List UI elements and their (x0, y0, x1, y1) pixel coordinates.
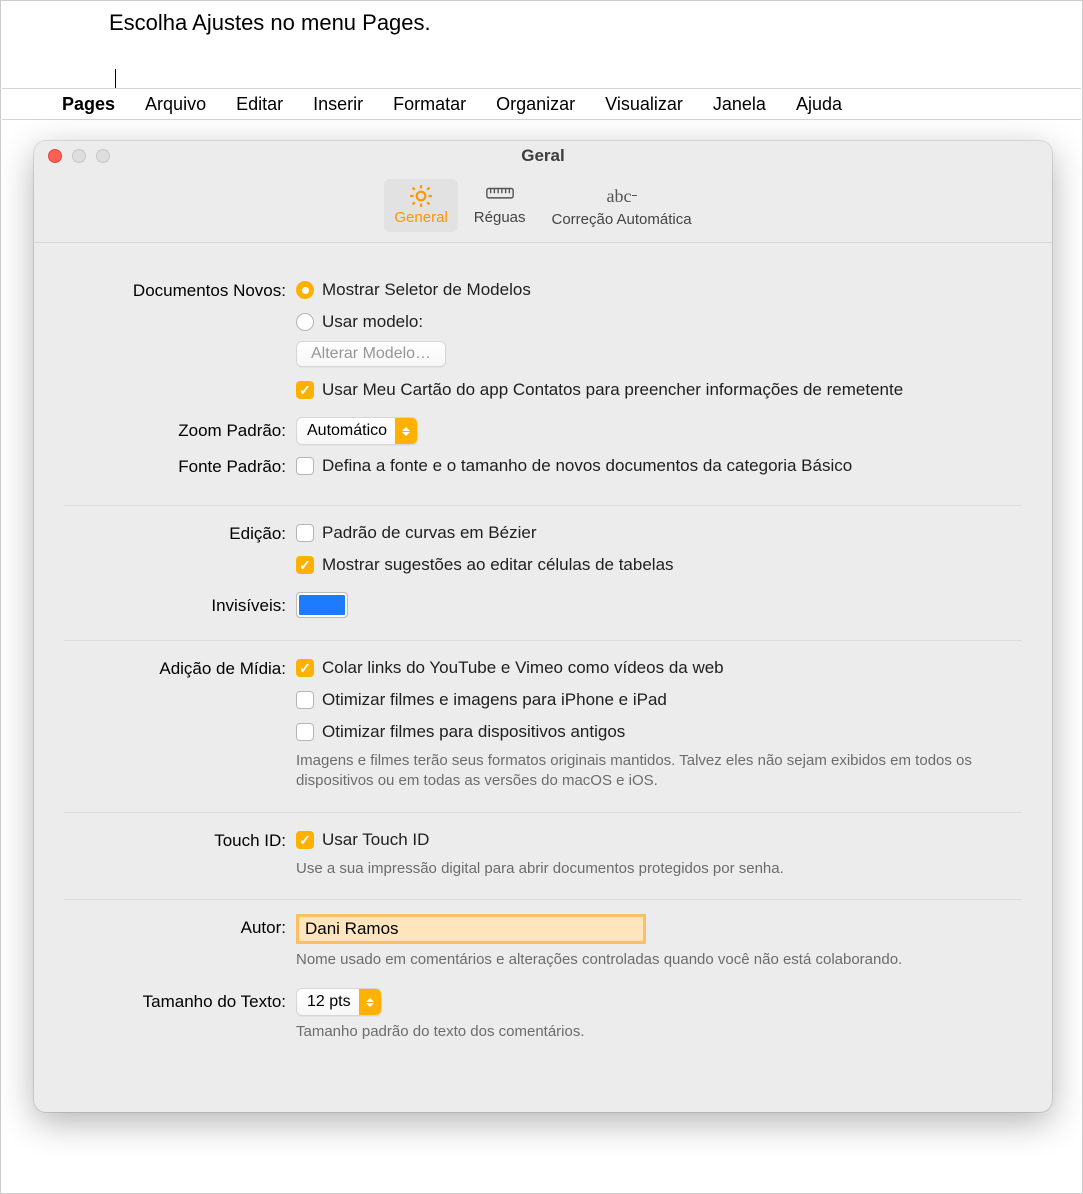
checkbox-on-icon (296, 556, 314, 574)
menu-arquivo[interactable]: Arquivo (145, 94, 206, 115)
traffic-lights (48, 149, 110, 163)
check-touchid-label: Usar Touch ID (322, 827, 429, 853)
section-touchid: Touch ID: Usar Touch ID Use a sua impres… (64, 813, 1022, 900)
menu-organizar[interactable]: Organizar (496, 94, 575, 115)
check-web-video-label: Colar links do YouTube e Vimeo como víde… (322, 655, 724, 681)
text-size-popup[interactable]: 12 pts (296, 988, 382, 1016)
check-touchid[interactable]: Usar Touch ID (296, 827, 1022, 853)
check-bezier[interactable]: Padrão de curvas em Bézier (296, 520, 1022, 546)
check-use-my-card[interactable]: Usar Meu Cartão do app Contatos para pre… (296, 377, 1022, 403)
touchid-hint: Use a sua impressão digital para abrir d… (296, 859, 1022, 879)
label-editing: Edição: (64, 520, 296, 548)
label-author: Autor: (64, 914, 296, 942)
titlebar: Geral (34, 141, 1052, 171)
toolbar-autocorrect[interactable]: abc Correção Automática (542, 179, 702, 232)
radio-off-icon (296, 313, 314, 331)
zoom-value: Automático (307, 422, 387, 440)
preferences-window: Geral General Réguas abc Correção Automá… (34, 141, 1052, 1112)
gear-icon (406, 183, 436, 209)
popup-arrows-icon (359, 989, 381, 1015)
checkbox-off-icon (296, 524, 314, 542)
preferences-toolbar: General Réguas abc Correção Automática (34, 171, 1052, 243)
toolbar-rulers-label: Réguas (474, 209, 526, 226)
abc-icon: abc (607, 183, 637, 209)
window-title: Geral (521, 146, 564, 165)
label-touchid: Touch ID: (64, 827, 296, 855)
toolbar-autocorrect-label: Correção Automática (552, 211, 692, 228)
toolbar-general-label: General (394, 209, 447, 226)
radio-on-icon (296, 281, 314, 299)
check-default-font[interactable]: Defina a fonte e o tamanho de novos docu… (296, 453, 1022, 479)
radio-use-template-label: Usar modelo: (322, 309, 423, 335)
ruler-icon (485, 183, 515, 209)
label-default-font: Fonte Padrão: (64, 453, 296, 481)
checkbox-on-icon (296, 831, 314, 849)
invisibles-color-well[interactable] (296, 592, 348, 618)
label-default-zoom: Zoom Padrão: (64, 417, 296, 445)
label-text-size: Tamanho do Texto: (64, 988, 296, 1016)
change-template-button[interactable]: Alterar Modelo… (296, 341, 446, 367)
menu-inserir[interactable]: Inserir (313, 94, 363, 115)
menu-janela[interactable]: Janela (713, 94, 766, 115)
check-default-font-label: Defina a fonte e o tamanho de novos docu… (322, 453, 852, 479)
default-zoom-popup[interactable]: Automático (296, 417, 418, 445)
check-bezier-label: Padrão de curvas em Bézier (322, 520, 537, 546)
menu-ajuda[interactable]: Ajuda (796, 94, 842, 115)
close-icon[interactable] (48, 149, 62, 163)
text-size-value: 12 pts (307, 993, 351, 1011)
label-invisibles: Invisíveis: (64, 592, 296, 620)
author-field[interactable] (296, 914, 646, 944)
checkbox-off-icon (296, 691, 314, 709)
radio-use-template[interactable]: Usar modelo: (296, 309, 1022, 335)
media-hint: Imagens e filmes terão seus formatos ori… (296, 751, 1022, 792)
section-new-documents: Documentos Novos: Mostrar Seletor de Mod… (64, 263, 1022, 506)
check-optimize-old-label: Otimizar filmes para dispositivos antigo… (322, 719, 625, 745)
menu-visualizar[interactable]: Visualizar (605, 94, 683, 115)
menu-pages[interactable]: Pages (62, 94, 115, 115)
checkbox-off-icon (296, 457, 314, 475)
section-media: Adição de Mídia: Colar links do YouTube … (64, 641, 1022, 813)
label-new-docs: Documentos Novos: (64, 277, 296, 305)
radio-show-chooser[interactable]: Mostrar Seletor de Modelos (296, 277, 1022, 303)
section-author: Autor: Nome usado em comentários e alter… (64, 900, 1022, 1063)
check-use-my-card-label: Usar Meu Cartão do app Contatos para pre… (322, 377, 903, 403)
checkbox-off-icon (296, 723, 314, 741)
menu-formatar[interactable]: Formatar (393, 94, 466, 115)
radio-show-chooser-label: Mostrar Seletor de Modelos (322, 277, 531, 303)
menubar: Pages Arquivo Editar Inserir Formatar Or… (2, 88, 1081, 120)
popup-arrows-icon (395, 418, 417, 444)
toolbar-general[interactable]: General (384, 179, 457, 232)
check-table-suggestions-label: Mostrar sugestões ao editar células de t… (322, 552, 674, 578)
zoom-icon[interactable] (96, 149, 110, 163)
callout-text: Escolha Ajustes no menu Pages. (109, 9, 431, 37)
check-table-suggestions[interactable]: Mostrar sugestões ao editar células de t… (296, 552, 1022, 578)
text-size-hint: Tamanho padrão do texto dos comentários. (296, 1022, 1022, 1042)
section-editing: Edição: Padrão de curvas em Bézier Mostr… (64, 506, 1022, 641)
check-web-video[interactable]: Colar links do YouTube e Vimeo como víde… (296, 655, 1022, 681)
minimize-icon[interactable] (72, 149, 86, 163)
menu-editar[interactable]: Editar (236, 94, 283, 115)
checkbox-on-icon (296, 381, 314, 399)
check-optimize-old[interactable]: Otimizar filmes para dispositivos antigo… (296, 719, 1022, 745)
author-hint: Nome usado em comentários e alterações c… (296, 950, 1022, 970)
check-optimize-ios-label: Otimizar filmes e imagens para iPhone e … (322, 687, 667, 713)
check-optimize-ios[interactable]: Otimizar filmes e imagens para iPhone e … (296, 687, 1022, 713)
label-media: Adição de Mídia: (64, 655, 296, 683)
checkbox-on-icon (296, 659, 314, 677)
toolbar-rulers[interactable]: Réguas (464, 179, 536, 232)
